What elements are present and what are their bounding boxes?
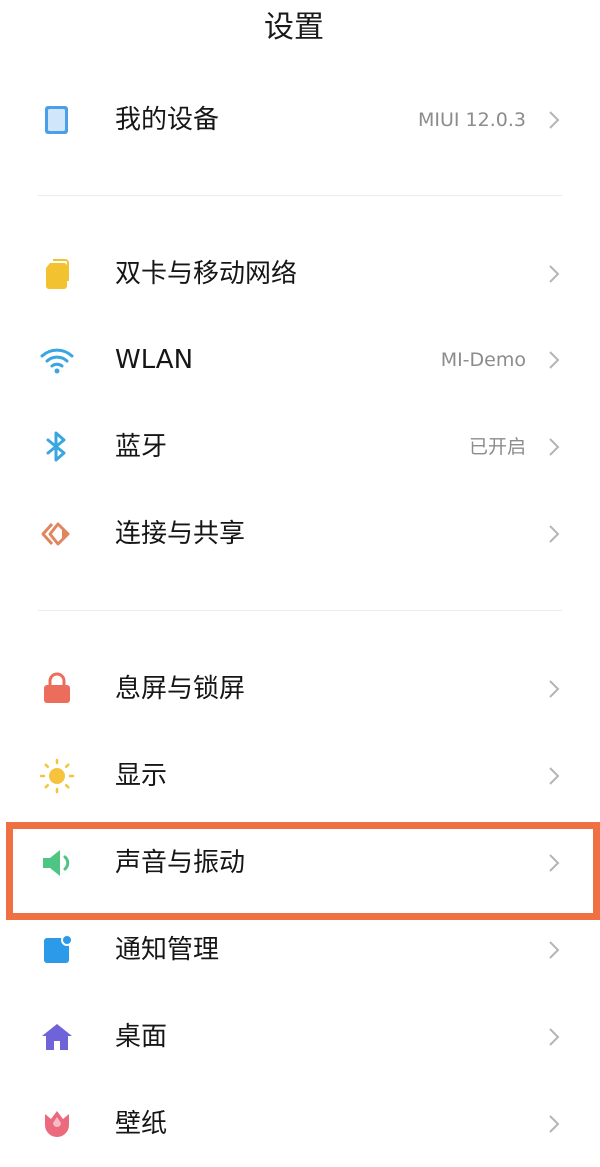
chevron-right-icon — [546, 435, 562, 459]
settings-item-label: 壁纸 — [115, 1109, 168, 1139]
chevron-right-icon — [546, 1112, 562, 1136]
chevron-right-icon — [546, 677, 562, 701]
settings-item-connection-sharing[interactable]: 连接与共享 — [0, 491, 600, 577]
settings-item-label: 显示 — [115, 761, 168, 791]
settings-item-label: 声音与振动 — [115, 848, 246, 878]
settings-item-bluetooth[interactable]: 蓝牙 已开启 — [0, 404, 600, 490]
sun-icon — [38, 757, 76, 795]
chevron-right-icon — [546, 851, 562, 875]
notification-icon — [38, 931, 76, 969]
page-title: 设置 — [264, 10, 324, 45]
settings-item-label: 连接与共享 — [115, 519, 246, 549]
section-divider — [38, 610, 562, 611]
settings-item-label: 双卡与移动网络 — [115, 259, 298, 289]
bluetooth-icon — [38, 428, 76, 466]
chevron-right-icon — [546, 1025, 562, 1049]
settings-item-dual-sim[interactable]: 双卡与移动网络 — [0, 231, 600, 317]
wifi-icon — [38, 341, 76, 379]
settings-item-label: 桌面 — [115, 1022, 168, 1052]
settings-item-notifications[interactable]: 通知管理 — [0, 907, 600, 993]
settings-item-label: 蓝牙 — [115, 432, 168, 462]
settings-item-wallpaper[interactable]: 壁纸 — [0, 1081, 600, 1167]
speaker-icon — [38, 844, 76, 882]
settings-item-lock-screen[interactable]: 息屏与锁屏 — [0, 646, 600, 732]
chevron-right-icon — [546, 262, 562, 286]
settings-item-home-screen[interactable]: 桌面 — [0, 994, 600, 1080]
settings-item-label: 通知管理 — [115, 935, 220, 965]
settings-item-value: 已开启 — [468, 436, 526, 458]
settings-item-label: 息屏与锁屏 — [115, 674, 246, 704]
settings-item-label: WLAN — [115, 345, 194, 375]
section-divider — [38, 195, 562, 196]
home-icon — [38, 1018, 76, 1056]
chevron-right-icon — [546, 522, 562, 546]
chevron-right-icon — [546, 348, 562, 372]
chevron-right-icon — [546, 938, 562, 962]
chevron-right-icon — [546, 108, 562, 132]
settings-item-my-device[interactable]: 我的设备 MIUI 12.0.3 — [0, 77, 600, 163]
tablet-device-icon — [38, 101, 76, 139]
settings-item-display[interactable]: 显示 — [0, 733, 600, 819]
settings-item-value: MIUI 12.0.3 — [418, 109, 526, 131]
settings-item-label: 我的设备 — [115, 105, 220, 135]
settings-item-sound-vibration[interactable]: 声音与振动 — [0, 820, 600, 906]
connection-share-icon — [38, 515, 76, 553]
lock-icon — [38, 670, 76, 708]
settings-item-value: MI-Demo — [440, 349, 526, 371]
chevron-right-icon — [546, 764, 562, 788]
sim-card-icon — [38, 255, 76, 293]
settings-item-wlan[interactable]: WLAN MI-Demo — [0, 317, 600, 403]
tulip-icon — [38, 1105, 76, 1143]
